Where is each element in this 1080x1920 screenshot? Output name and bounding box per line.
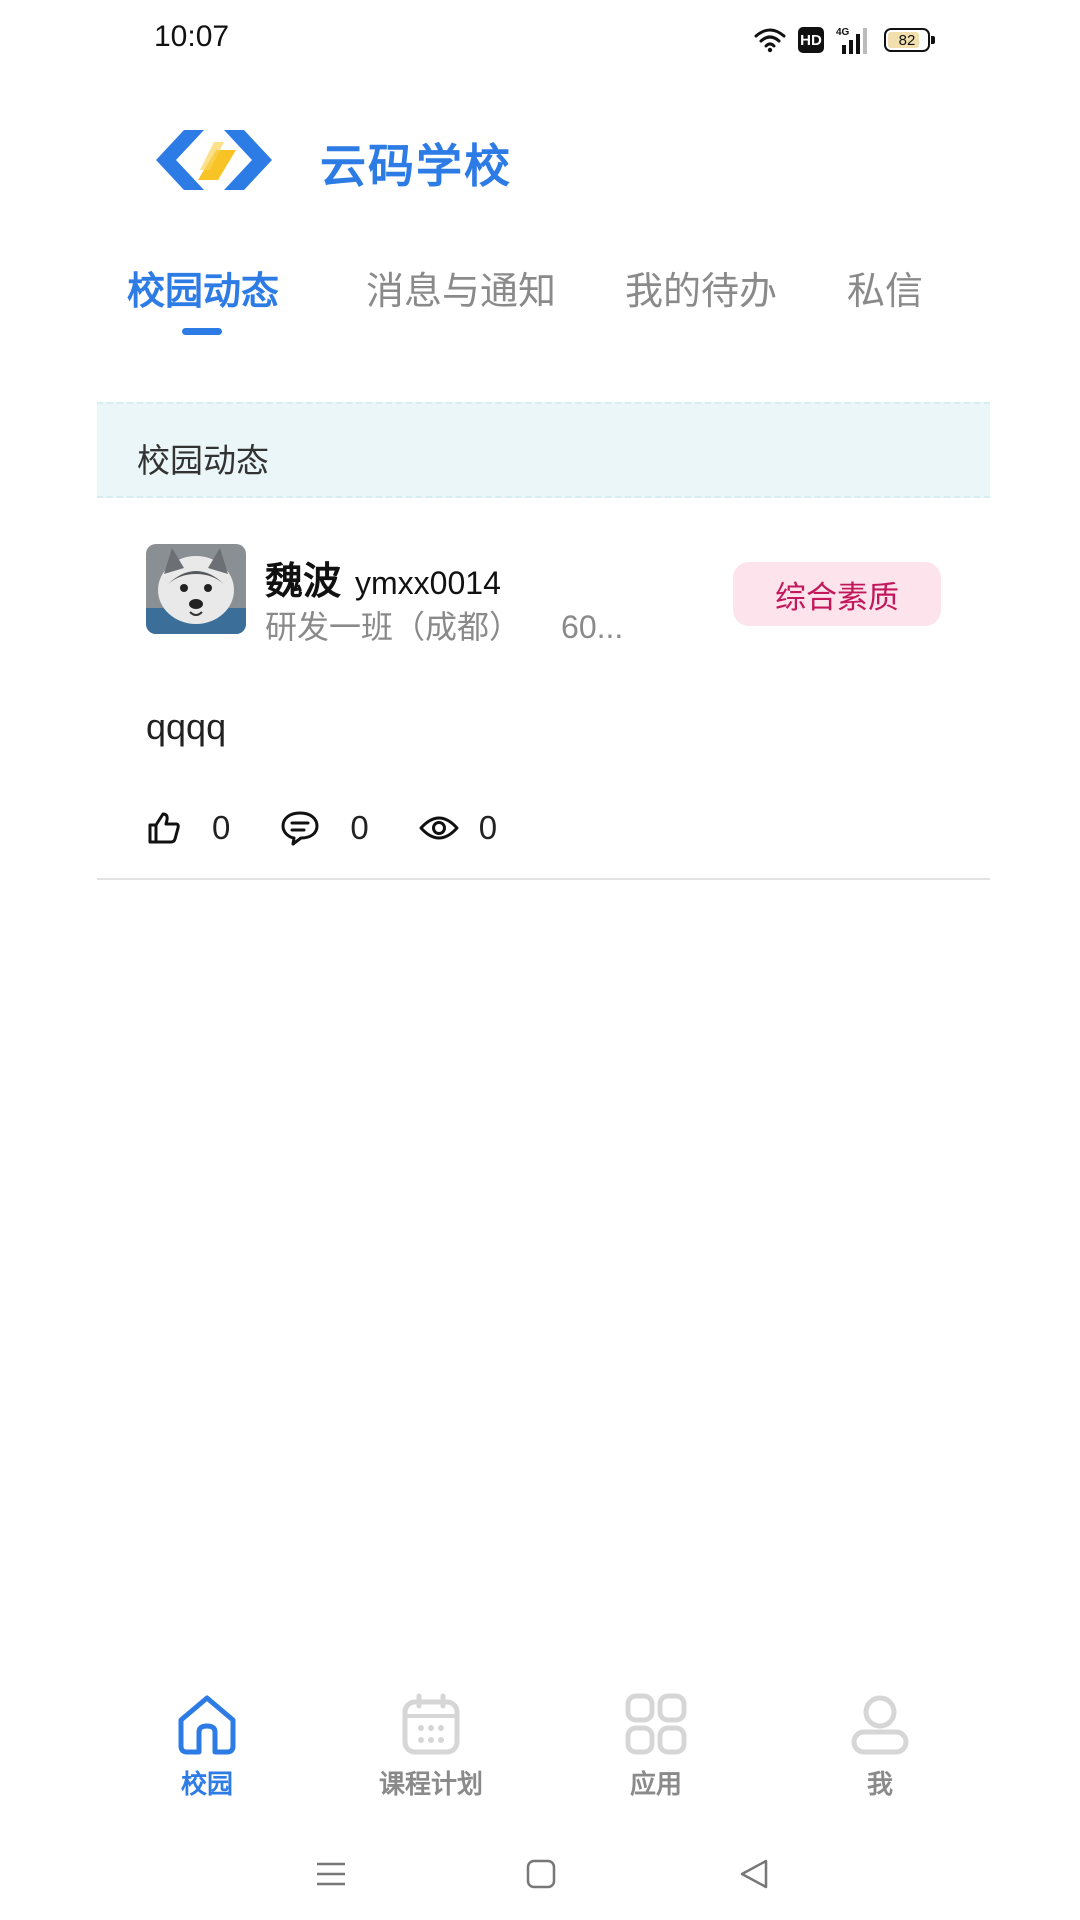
eye-icon [419,816,459,840]
back-icon[interactable] [738,1858,770,1890]
active-tab-indicator [182,328,222,335]
nav-item-course-plan[interactable]: 课程计划 [331,1692,531,1801]
nav-label-apps: 应用 [629,1770,682,1800]
nav-label-campus: 校园 [180,1770,233,1800]
user-icon [851,1695,909,1755]
post-card[interactable]: 魏波 ymxx0014 研发一班（成都） 60... 综合素质 qqqq 0 0 [97,510,990,880]
status-icons: HD 4G 82 [754,22,935,58]
network-type-label: 4G [836,27,850,38]
avatar[interactable] [146,544,246,634]
app-title: 云码学校 [320,139,512,193]
comment-count: 0 [350,809,369,846]
tab-my-todos[interactable]: 我的待办 [625,260,777,315]
post-actions: 0 0 0 [146,806,547,850]
post-content: qqqq [146,706,227,747]
comment-button[interactable]: 0 [280,809,369,847]
view-count: 0 [478,809,498,846]
nav-item-apps[interactable]: 应用 [556,1692,756,1801]
home-icon [178,1695,236,1755]
husky-avatar-image [146,544,246,634]
post-time: 60... [561,609,624,645]
battery-level: 82 [898,31,916,49]
home-button-icon[interactable] [525,1858,557,1890]
like-count: 0 [212,809,231,846]
bottom-nav: 校园 课程计划 应用 我 [0,1680,1080,1820]
tab-private-messages[interactable]: 私信 [847,260,923,315]
wifi-icon [754,28,786,53]
category-tag[interactable]: 综合素质 [733,562,941,626]
top-tabs: 校园动态 消息与通知 我的待办 私信 [0,260,1080,340]
nav-label-course-plan: 课程计划 [378,1770,483,1800]
section-header: 校园动态 [97,402,990,498]
nav-label-me: 我 [866,1770,893,1800]
cellular-signal-icon: 4G [836,27,867,54]
nav-item-campus[interactable]: 校园 [107,1692,307,1801]
views-indicator: 0 [419,809,497,847]
tab-messages-notifications[interactable]: 消息与通知 [366,260,556,315]
apps-grid-icon [625,1693,687,1755]
like-button[interactable]: 0 [146,809,230,847]
section-title: 校园动态 [137,441,269,480]
author-line: 魏波 ymxx0014 [265,550,501,605]
author-id: ymxx0014 [355,565,501,601]
status-bar: 10:07 HD 4G 82 [0,0,1080,80]
nav-item-me[interactable]: 我 [780,1692,980,1801]
calendar-icon [402,1693,460,1755]
author-meta: 研发一班（成都） 60... [265,602,665,648]
status-time: 10:07 [154,20,230,53]
menu-icon[interactable] [315,1858,347,1890]
tab-campus-feed[interactable]: 校园动态 [127,260,279,315]
thumbs-up-icon [148,812,180,844]
battery-icon: 82 [884,28,935,52]
author-name: 魏波 [265,559,342,603]
school-logo-icon [156,130,272,190]
system-navigation-bar [0,1840,1080,1920]
comment-icon [281,811,319,846]
author-class: 研发一班（成都） [265,608,522,646]
hd-icon: HD [798,27,824,53]
app-header: 云码学校 [0,100,1080,220]
